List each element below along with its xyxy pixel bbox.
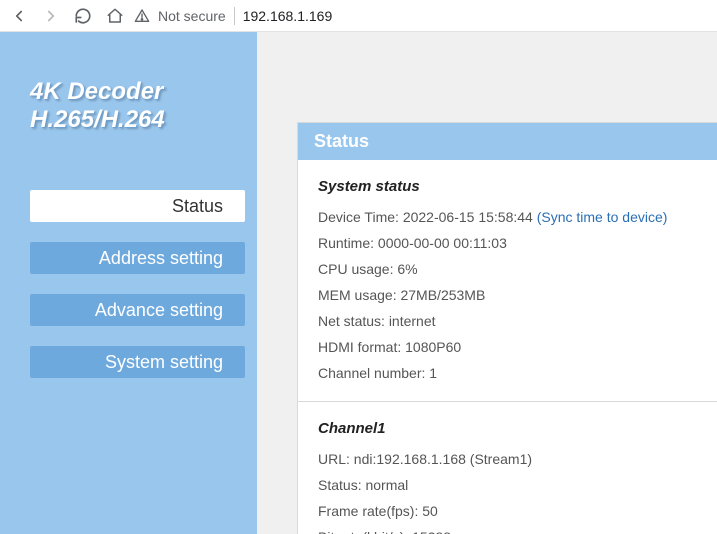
nav-item-address-setting[interactable]: Address setting	[30, 242, 245, 274]
page: 4K Decoder H.265/H.264 Status Address se…	[0, 32, 717, 534]
cpu-label: CPU usage	[318, 261, 397, 277]
reload-icon[interactable]	[74, 7, 92, 25]
row-net: Net statusinternet	[318, 313, 697, 329]
row-channel-number: Channel number1	[318, 365, 697, 381]
brand-line2: H.265/H.264	[30, 106, 257, 134]
row-device-time: Device Time2022-06-15 15:58:44 (Sync tim…	[318, 209, 697, 225]
row-fps: Frame rate(fps)50	[318, 503, 697, 519]
hdmi-label: HDMI format	[318, 339, 405, 355]
sync-time-link[interactable]: (Sync time to device)	[537, 209, 668, 225]
nav-item-system-setting[interactable]: System setting	[30, 346, 245, 378]
nav-item-advance-setting[interactable]: Advance setting	[30, 294, 245, 326]
back-icon[interactable]	[10, 7, 28, 25]
address-bar[interactable]: Not secure 192.168.1.169	[134, 7, 332, 25]
channel1-section: Channel1 URLndi:192.168.1.168 (Stream1) …	[298, 402, 717, 534]
system-status-heading: System status	[318, 178, 697, 195]
chn-value: 1	[429, 365, 437, 381]
bitrate-value: 15288	[412, 529, 451, 534]
content-area: Status System status Device Time2022-06-…	[257, 32, 717, 534]
fps-value: 50	[422, 503, 438, 519]
browser-toolbar: Not secure 192.168.1.169	[0, 0, 717, 32]
brand-line1: 4K Decoder	[30, 78, 257, 106]
row-mem: MEM usage27MB/253MB	[318, 287, 697, 303]
row-status: Statusnormal	[318, 477, 697, 493]
fps-label: Frame rate(fps)	[318, 503, 422, 519]
system-status-section: System status Device Time2022-06-15 15:5…	[298, 160, 717, 402]
nav-item-status[interactable]: Status	[30, 190, 245, 222]
runtime-value: 0000-00-00 00:11:03	[378, 235, 507, 251]
url-label: URL	[318, 451, 354, 467]
net-value: internet	[389, 313, 436, 329]
separator	[234, 7, 235, 25]
status-label: Status	[318, 477, 365, 493]
status-value: normal	[365, 477, 408, 493]
not-secure-label: Not secure	[158, 8, 226, 24]
bitrate-label: Bit rate(kbit/s)	[318, 529, 412, 534]
runtime-label: Runtime	[318, 235, 378, 251]
device-time-value: 2022-06-15 15:58:44	[403, 209, 533, 225]
cpu-value: 6%	[397, 261, 417, 277]
nav-icon-group	[6, 7, 124, 25]
url-value: ndi:192.168.1.168 (Stream1)	[354, 451, 532, 467]
net-label: Net status	[318, 313, 389, 329]
forward-icon[interactable]	[42, 7, 60, 25]
nav-item-label: Status	[172, 196, 223, 217]
sidebar: 4K Decoder H.265/H.264 Status Address se…	[0, 32, 257, 534]
row-hdmi: HDMI format1080P60	[318, 339, 697, 355]
panel-title: Status	[298, 123, 717, 160]
brand: 4K Decoder H.265/H.264	[0, 78, 257, 134]
channel1-heading: Channel1	[318, 420, 697, 437]
hdmi-value: 1080P60	[405, 339, 461, 355]
url-text: 192.168.1.169	[243, 8, 333, 24]
device-time-label: Device Time	[318, 209, 403, 225]
row-runtime: Runtime0000-00-00 00:11:03	[318, 235, 697, 251]
status-panel: Status System status Device Time2022-06-…	[297, 122, 717, 534]
nav-item-label: Address setting	[99, 248, 223, 269]
not-secure-icon	[134, 8, 150, 24]
mem-value: 27MB/253MB	[400, 287, 485, 303]
sidebar-nav: Status Address setting Advance setting S…	[0, 190, 257, 378]
nav-item-label: System setting	[105, 352, 223, 373]
home-icon[interactable]	[106, 7, 124, 25]
nav-item-label: Advance setting	[95, 300, 223, 321]
chn-label: Channel number	[318, 365, 429, 381]
mem-label: MEM usage	[318, 287, 400, 303]
row-bitrate: Bit rate(kbit/s)15288	[318, 529, 697, 534]
row-url: URLndi:192.168.1.168 (Stream1)	[318, 451, 697, 467]
row-cpu: CPU usage6%	[318, 261, 697, 277]
